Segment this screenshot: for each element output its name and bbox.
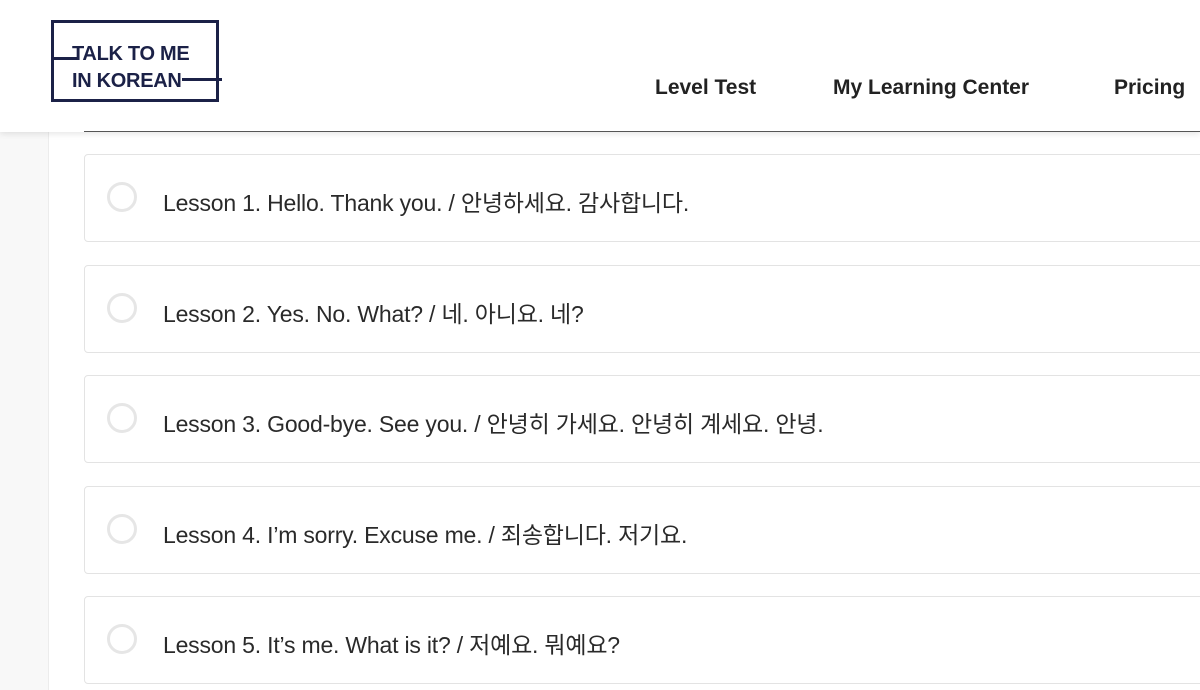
- sidebar-gutter: [0, 132, 49, 690]
- logo-line-1: TALK TO ME: [72, 43, 190, 65]
- lesson-title: Lesson 2. Yes. No. What? / 네. 아니요. 네?: [163, 301, 584, 327]
- lesson-status-circle-icon[interactable]: [107, 403, 137, 433]
- lesson-title: Lesson 1. Hello. Thank you. / 안녕하세요. 감사합…: [163, 190, 690, 216]
- lesson-item-5[interactable]: Lesson 5. It’s me. What is it? / 저예요. 뭐예…: [84, 596, 1200, 684]
- lesson-title: Lesson 3. Good-bye. See you. / 안녕히 가세요. …: [163, 411, 824, 437]
- lesson-item-4[interactable]: Lesson 4. I’m sorry. Excuse me. / 죄송합니다.…: [84, 486, 1200, 574]
- lesson-status-circle-icon[interactable]: [107, 182, 137, 212]
- lesson-status-circle-icon[interactable]: [107, 624, 137, 654]
- logo-line-2: IN KOREAN: [72, 70, 182, 92]
- talk-to-me-in-korean-logo[interactable]: TALK TO ME IN KOREAN: [51, 20, 222, 102]
- lesson-item-3[interactable]: Lesson 3. Good-bye. See you. / 안녕히 가세요. …: [84, 375, 1200, 463]
- lesson-item-2[interactable]: Lesson 2. Yes. No. What? / 네. 아니요. 네?: [84, 265, 1200, 353]
- lesson-title: Lesson 5. It’s me. What is it? / 저예요. 뭐예…: [163, 632, 620, 658]
- content-divider: [84, 131, 1200, 132]
- site-header: TALK TO ME IN KOREAN Level Test My Learn…: [0, 0, 1200, 132]
- nav-pricing[interactable]: Pricing: [1114, 76, 1185, 100]
- nav-level-test[interactable]: Level Test: [655, 76, 756, 100]
- lesson-title: Lesson 4. I’m sorry. Excuse me. / 죄송합니다.…: [163, 522, 688, 548]
- nav-my-learning-center[interactable]: My Learning Center: [833, 76, 1029, 100]
- lesson-item-1[interactable]: Lesson 1. Hello. Thank you. / 안녕하세요. 감사합…: [84, 154, 1200, 242]
- lesson-status-circle-icon[interactable]: [107, 514, 137, 544]
- lesson-status-circle-icon[interactable]: [107, 293, 137, 323]
- logo-decoration: [182, 78, 222, 81]
- logo-text: TALK TO ME IN KOREAN: [72, 41, 190, 95]
